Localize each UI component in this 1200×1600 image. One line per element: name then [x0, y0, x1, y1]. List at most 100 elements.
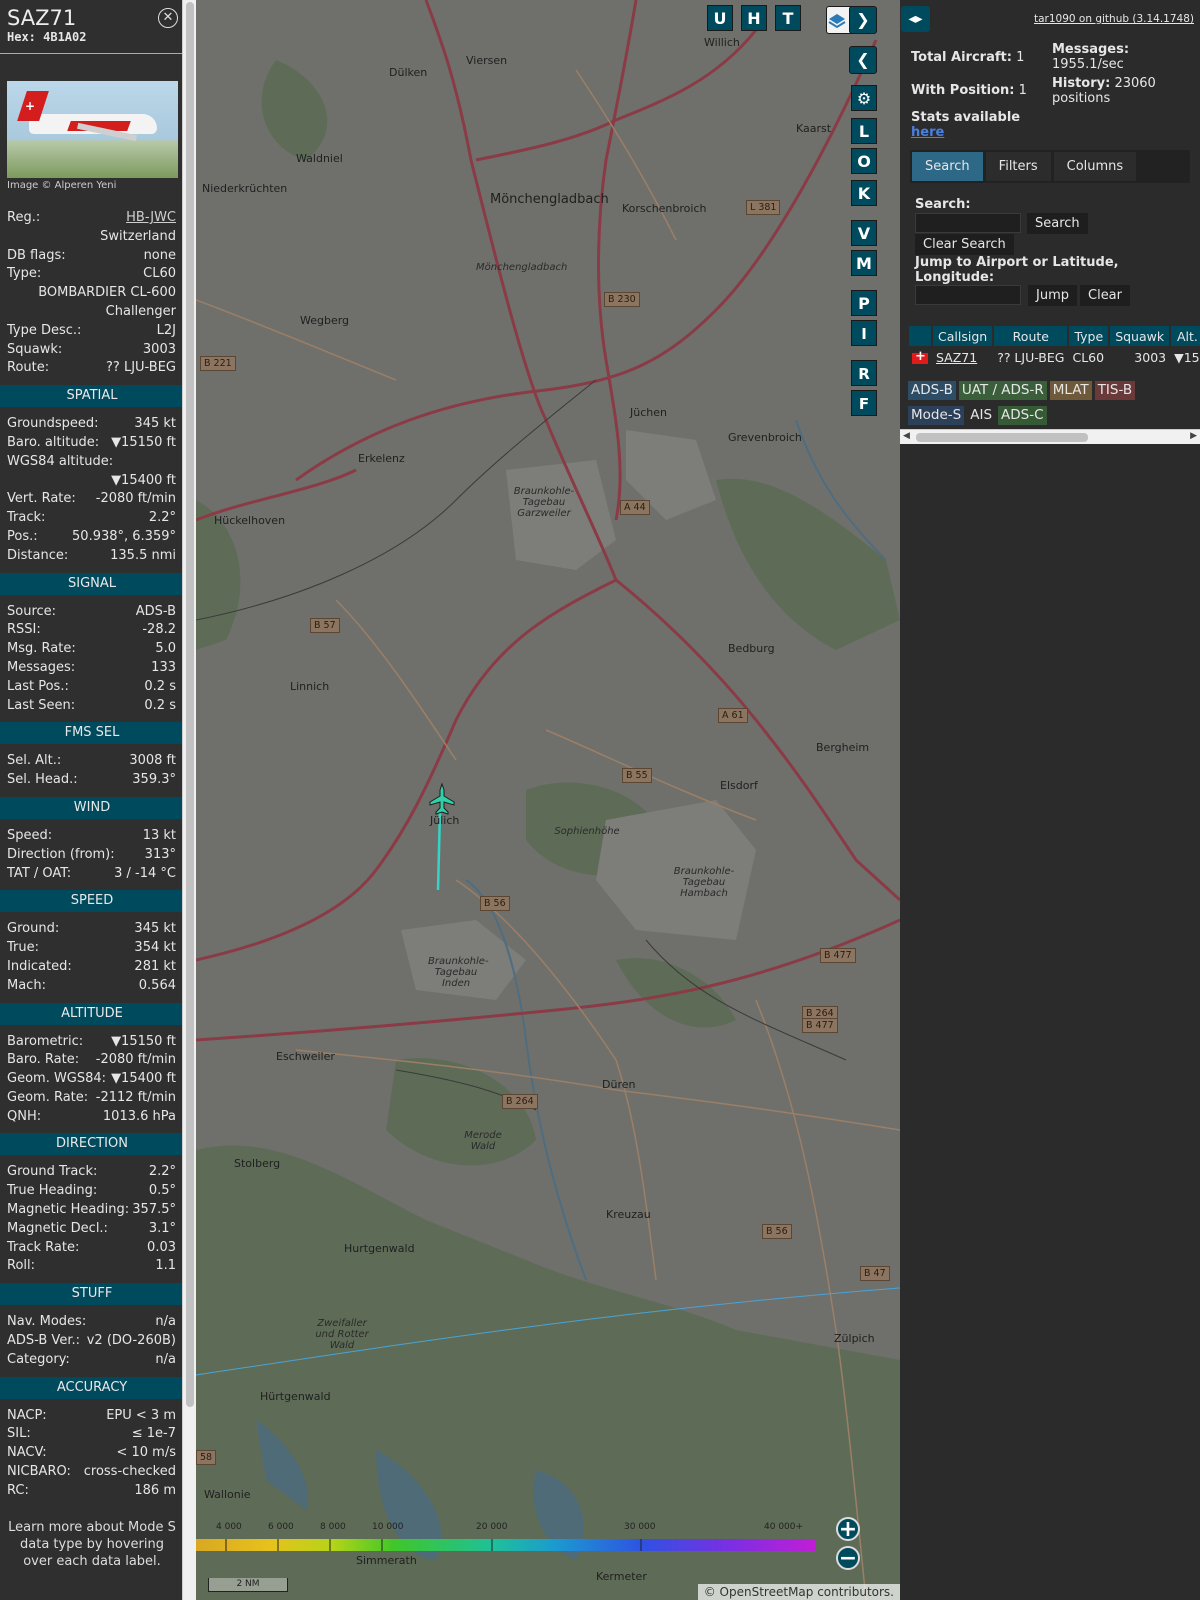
field-value: -2112 ft/min [95, 1089, 176, 1105]
info-row: Baro. Rate: -2080 ft/min [7, 1051, 176, 1070]
info-row: Mach: 0.564 [7, 977, 176, 996]
field-label: NACV: [7, 1445, 47, 1461]
map-button-m[interactable]: M [851, 250, 877, 276]
map-button-o[interactable]: O [851, 148, 877, 174]
sidebar-scrollbar[interactable] [182, 0, 196, 1600]
chevron-left-icon[interactable]: ❮ [849, 46, 877, 74]
jump-label: Jump to Airport or Latitude, Longitude: [915, 255, 1119, 285]
map-place-label: Korschenbroich [622, 202, 707, 215]
road-shield: B 47 [860, 1266, 890, 1281]
map-place-label: Erkelenz [358, 452, 405, 465]
map-place-label: Düren [602, 1078, 636, 1091]
map-button-v[interactable]: V [851, 220, 877, 246]
detail-sections: SPATIAL Groundspeed: 345 kt Baro. altitude:… [0, 385, 184, 1500]
field-value: 133 [151, 659, 176, 675]
tab-filters[interactable]: Filters [985, 152, 1051, 181]
field-value: 3.1° [148, 1220, 176, 1236]
field-label: Ground: [7, 921, 60, 937]
table-row[interactable]: SAZ71 ?? LJU-BEG CL60 3003 ▼15150 [909, 348, 1200, 366]
tab-columns[interactable]: Columns [1053, 152, 1137, 181]
map-button-k[interactable]: K [851, 180, 877, 206]
zoom-in-button[interactable]: + [836, 1517, 860, 1541]
info-row: NACP: EPU < 3 m [7, 1407, 176, 1426]
jump-button[interactable]: Jump [1028, 285, 1077, 306]
column-header[interactable]: Route [994, 326, 1068, 346]
info-row: Msg. Rate: 5.0 [7, 640, 176, 659]
close-icon[interactable]: ✕ [158, 8, 178, 28]
info-row: Sel. Alt.: 3008 ft [7, 752, 176, 771]
column-header[interactable]: Squawk [1110, 326, 1170, 346]
info-row: Nav. Modes: n/a [7, 1313, 176, 1332]
split-arrows-icon[interactable]: ◂▸ [901, 6, 930, 32]
altitude-scale-label: 6 000 [268, 1522, 294, 1532]
table-body: SAZ71 ?? LJU-BEG CL60 3003 ▼15150 [909, 348, 1200, 366]
search-input[interactable] [915, 213, 1021, 233]
history-stat: History: 23060 positions [1052, 76, 1156, 106]
map-button-l[interactable]: L [851, 118, 877, 144]
field-value: 135.5 nmi [110, 547, 176, 563]
info-row: Last Pos.: 0.2 s [7, 678, 176, 697]
map[interactable]: Willich Dülken Viersen Kaarst Waldniel Nieder… [196, 0, 900, 1600]
map-button-f[interactable]: F [851, 390, 877, 416]
tab-search[interactable]: Search [912, 152, 983, 181]
map-button-i[interactable]: I [851, 320, 877, 346]
clear-button[interactable]: Clear [1080, 285, 1130, 306]
field-label: DB flags: [7, 247, 66, 263]
with-position-stat: With Position: 1 [911, 83, 1027, 98]
cell-route: ?? LJU-BEG [997, 349, 1065, 365]
map-area-label: Braunkohle-Tagebau Garzweiler [513, 486, 575, 519]
table-hscrollbar[interactable]: ◀ ▶ [900, 429, 1200, 444]
registration-link[interactable]: HB-JWC [126, 209, 176, 228]
field-value: 1013.6 hPa [102, 1108, 176, 1124]
sidebar-scrollbar-thumb[interactable] [186, 2, 194, 1407]
clear-search-button[interactable]: Clear Search [915, 234, 1014, 255]
gear-icon[interactable]: ⚙ [851, 85, 877, 111]
field-label: Pos.: [7, 528, 38, 544]
column-header[interactable]: Type [1069, 326, 1109, 346]
field-value: 2.2° [148, 510, 176, 526]
field-label: Reg.: [7, 210, 41, 225]
section-rows: Speed: 13 kt Direction (from): 313° TAT / OA… [0, 827, 184, 883]
jump-input[interactable] [915, 285, 1021, 305]
map-button-p[interactable]: P [851, 290, 877, 316]
map-button-r[interactable]: R [851, 360, 877, 386]
selected-hex: Hex: 4B1A02 [7, 30, 87, 44]
info-row: ▼15400 ft [7, 472, 176, 491]
column-header[interactable]: Callsign [933, 326, 993, 346]
field-value: 3008 ft [129, 753, 176, 769]
info-row: Ground: 345 kt [7, 920, 176, 939]
map-basemap [196, 0, 900, 1600]
github-link[interactable]: tar1090 on github (3.14.1748) [1034, 13, 1194, 25]
map-attribution[interactable]: © OpenStreetMap contributors. [697, 1584, 900, 1600]
map-place-label: Wallonie [204, 1488, 251, 1501]
map-button-t[interactable]: T [775, 5, 801, 31]
field-value: L2J [156, 322, 176, 338]
field-label: Mach: [7, 977, 46, 993]
photo-credit: Image © Alperen Yeni [7, 180, 117, 191]
info-row: Magnetic Decl.: 3.1° [7, 1220, 176, 1239]
chevron-right-icon[interactable]: ❯ [849, 6, 877, 34]
field-value: 0.2 s [144, 678, 176, 694]
cell-callsign[interactable]: SAZ71 [933, 348, 992, 366]
info-row: Squawk: 3003 [7, 341, 176, 360]
column-header[interactable]: Alt. (ft) [1171, 326, 1200, 346]
info-row: RC: 186 m [7, 1482, 176, 1501]
field-value: 1.1 [155, 1258, 176, 1274]
table-hscrollbar-thumb[interactable] [916, 433, 1088, 442]
map-button-h[interactable]: H [741, 5, 767, 31]
info-row: Type Desc.: L2J [7, 322, 176, 341]
map-button-u[interactable]: U [707, 5, 733, 31]
section-header-signal: SIGNAL [0, 572, 184, 595]
zoom-out-button[interactable]: − [836, 1546, 860, 1570]
stats-link[interactable]: here [911, 125, 944, 140]
field-label: Last Pos.: [7, 678, 69, 694]
map-place-label: Jülich [430, 814, 460, 827]
column-header[interactable] [909, 326, 931, 346]
cell-alt: ▼15150 [1174, 349, 1200, 365]
field-label: Barometric: [7, 1033, 84, 1049]
info-row: Distance: 135.5 nmi [7, 547, 176, 566]
road-shield: B 56 [480, 896, 510, 911]
info-row: QNH: 1013.6 hPa [7, 1108, 176, 1127]
aircraft-photo[interactable]: + [7, 81, 178, 178]
search-button[interactable]: Search [1027, 213, 1088, 234]
